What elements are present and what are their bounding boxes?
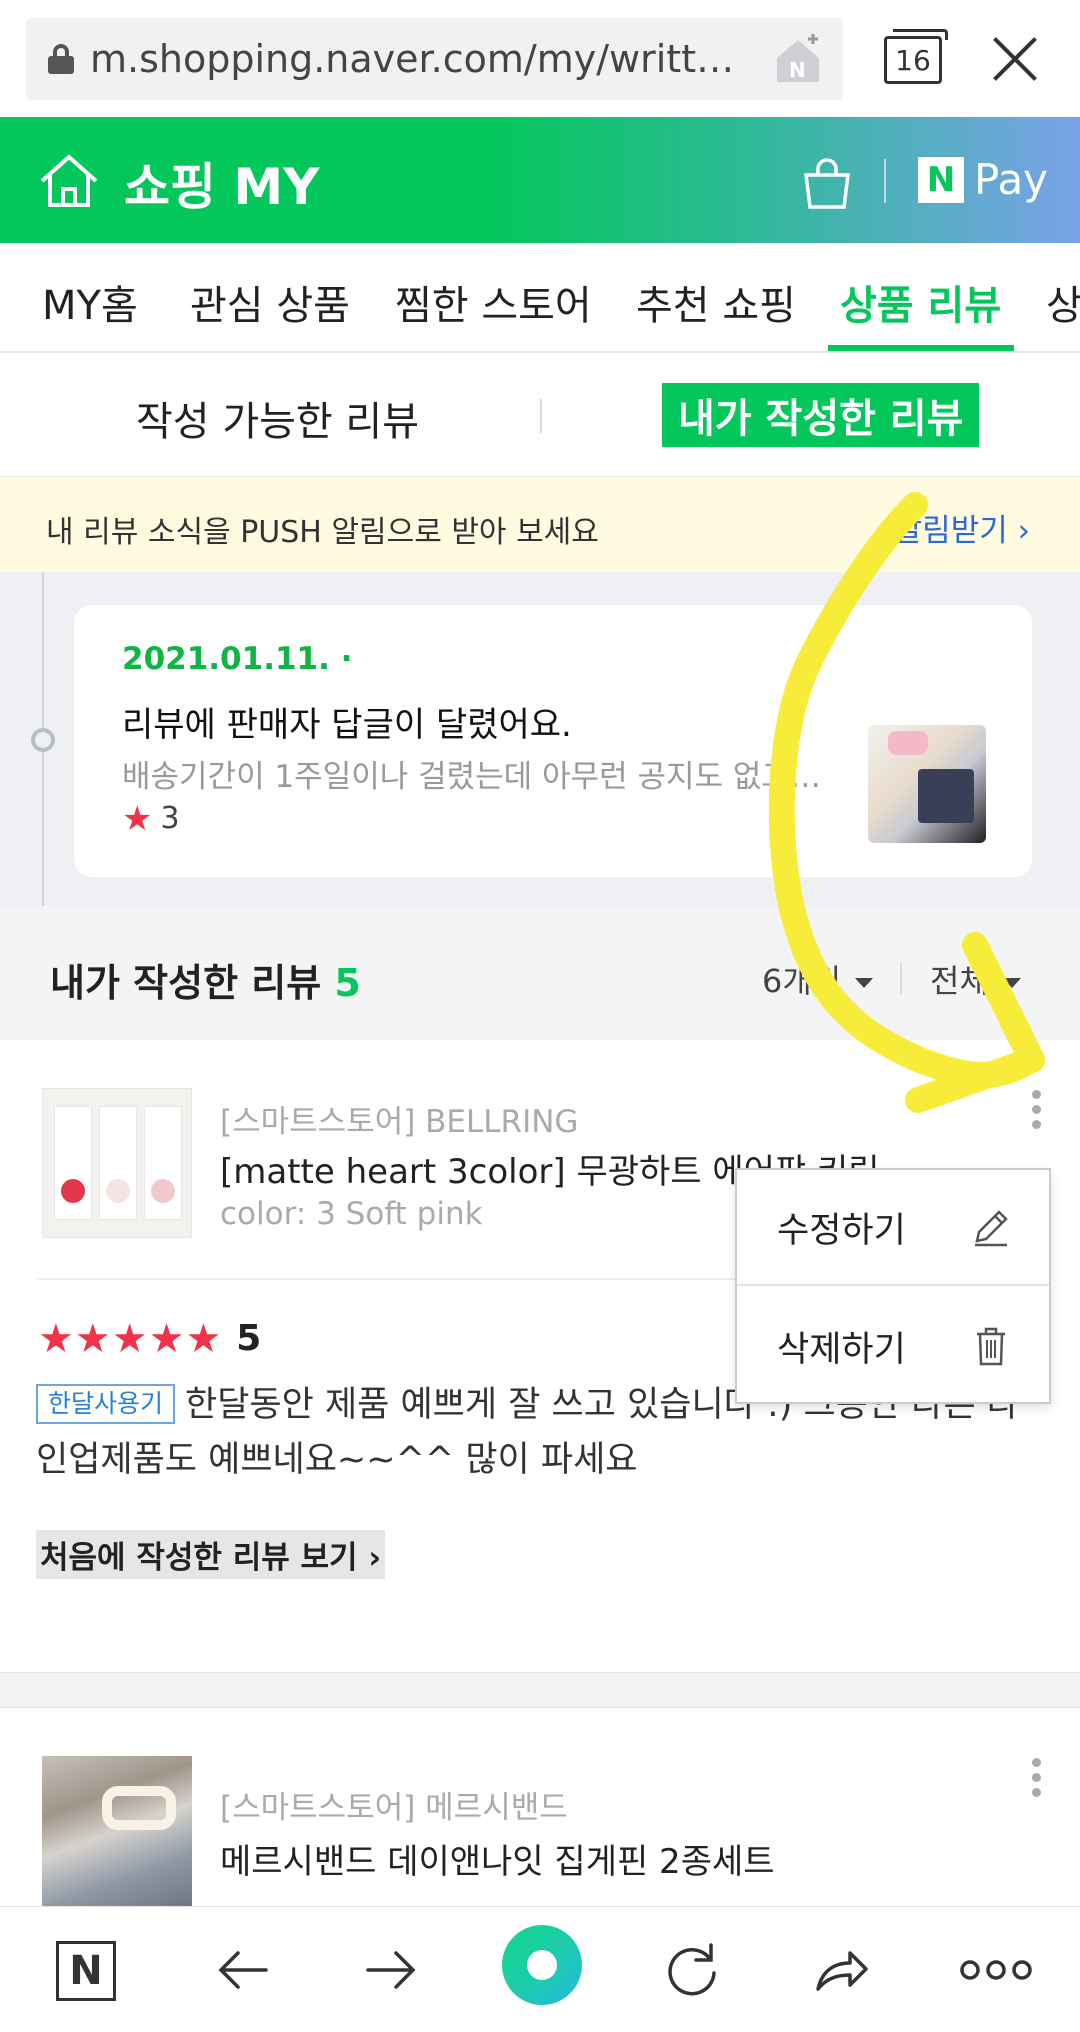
star-icon: ★	[148, 1315, 185, 1362]
notification-title: 리뷰에 판매자 답글이 달렸어요.	[122, 705, 572, 745]
push-banner: 내 리뷰 소식을 PUSH 알림으로 받아 보세요 알림받기 ›	[0, 477, 1080, 573]
url-text[interactable]: m.shopping.naver.com/my/writte…	[90, 37, 750, 81]
star-icon: ★	[74, 1315, 111, 1362]
subtab-available-reviews[interactable]: 작성 가능한 리뷰	[136, 389, 419, 447]
notification-rating: ★ 3	[122, 801, 180, 836]
edit-label: 수정하기	[777, 1210, 906, 1251]
tab-product-reviews[interactable]: 상품 리뷰	[840, 273, 1001, 331]
delete-label: 삭제하기	[777, 1329, 906, 1370]
push-subscribe-link[interactable]: 알림받기 ›	[894, 505, 1030, 550]
trash-icon	[977, 1327, 1005, 1366]
rating-value: 5	[236, 1318, 262, 1359]
browser-url-bar: m.shopping.naver.com/my/writte… N 16	[0, 0, 1080, 117]
star-icon: ★	[122, 798, 153, 839]
lock-icon	[48, 44, 74, 74]
product-image[interactable]	[42, 1088, 192, 1238]
forward-icon[interactable]	[358, 1937, 424, 2003]
shopping-header: 쇼핑 MY N Pay	[0, 117, 1080, 243]
period-filter[interactable]: 6개월	[762, 956, 874, 1002]
divider	[900, 962, 902, 994]
npay-button[interactable]: N Pay	[918, 155, 1048, 204]
npay-logo: N	[918, 156, 964, 203]
tab-liked-stores[interactable]: 찜한 스토어	[395, 273, 592, 331]
review-context-menu: 수정하기 삭제하기	[735, 1168, 1051, 1404]
push-banner-text: 내 리뷰 소식을 PUSH 알림으로 받아 보세요	[46, 515, 599, 550]
chevron-down-icon	[1002, 978, 1021, 988]
review-rating: ★ ★ ★ ★ ★ 5	[38, 1318, 261, 1359]
product-name[interactable]: 메르시밴드 데이앤나잇 집게핀 2종세트	[220, 1834, 775, 1883]
tab-my-home[interactable]: MY홈	[42, 273, 138, 331]
notification-area: 2021.01.11. · 리뷰에 판매자 답글이 달렸어요. 배송기간이 1주…	[0, 573, 1080, 906]
more-horiz-icon[interactable]	[956, 1937, 1036, 2003]
store-name[interactable]: [스마트스토어] BELLRING	[220, 1096, 578, 1141]
type-filter[interactable]: 전체	[930, 956, 1021, 1002]
more-vert-icon[interactable]	[1032, 1090, 1044, 1142]
npay-label: Pay	[974, 155, 1049, 204]
divider	[540, 399, 542, 433]
review-badge: 한달사용기	[36, 1384, 176, 1424]
star-icon: ★	[38, 1315, 74, 1362]
share-icon[interactable]	[808, 1937, 874, 2003]
review-card: [스마트스토어] 메르시밴드 메르시밴드 데이앤나잇 집게핀 2종세트	[0, 1708, 1080, 1908]
pencil-icon	[975, 1210, 1008, 1247]
first-review-link[interactable]: 처음에 작성한 리뷰 보기 ›	[36, 1530, 386, 1579]
notification-date: 2021.01.11. ·	[122, 641, 353, 677]
back-icon[interactable]	[210, 1937, 276, 2003]
reload-icon[interactable]	[658, 1937, 724, 2003]
nav-tabs: MY홈 관심 상품 찜한 스토어 추천 쇼핑 상품 리뷰 상	[0, 243, 1080, 353]
rating-value: 3	[160, 801, 180, 836]
tab-interest-products[interactable]: 관심 상품	[190, 273, 350, 331]
review-count: 5	[334, 961, 361, 1005]
naver-home-icon[interactable]: N	[773, 32, 823, 84]
star-icon: ★	[185, 1315, 222, 1362]
timeline-dot	[31, 728, 55, 752]
edit-review-button[interactable]: 수정하기	[737, 1170, 1049, 1286]
more-vert-icon[interactable]	[1032, 1758, 1044, 1810]
delete-review-button[interactable]: 삭제하기	[737, 1288, 1049, 1404]
product-image[interactable]	[42, 1756, 192, 1906]
store-name[interactable]: [스마트스토어] 메르시밴드	[220, 1782, 568, 1827]
svg-text:N: N	[789, 58, 806, 82]
review-subtabs: 작성 가능한 리뷰 내가 작성한 리뷰	[0, 353, 1080, 477]
divider	[884, 159, 886, 203]
my-reviews-section-header: 내가 작성한 리뷰 5 6개월 전체	[0, 906, 1080, 1040]
address-field[interactable]: m.shopping.naver.com/my/writte… N	[26, 18, 843, 100]
notification-product-image	[868, 725, 986, 843]
page-title: 쇼핑 MY	[124, 158, 320, 216]
notification-body: 배송기간이 1주일이나 걸렸는데 아무런 공지도 없고…	[122, 759, 821, 795]
notification-card[interactable]: 2021.01.11. · 리뷰에 판매자 답글이 달렸어요. 배송기간이 1주…	[74, 605, 1032, 877]
home-icon[interactable]	[38, 153, 100, 209]
shopping-bag-icon[interactable]	[800, 157, 854, 211]
naver-n-icon[interactable]: N	[56, 1941, 116, 2001]
green-home-button[interactable]	[502, 1925, 582, 2005]
tab-recommended[interactable]: 추천 쇼핑	[636, 273, 796, 331]
section-gap	[0, 1672, 1080, 1708]
tabs-icon[interactable]: 16	[884, 29, 948, 84]
chevron-down-icon	[855, 978, 874, 988]
tab-more[interactable]: 상	[1046, 273, 1080, 331]
close-icon[interactable]	[990, 34, 1040, 84]
section-title: 내가 작성한 리뷰 5	[50, 961, 361, 1005]
active-tab-indicator	[828, 345, 1014, 351]
browser-bottom-bar: N	[0, 1906, 1080, 2032]
star-icon: ★	[111, 1315, 148, 1362]
subtab-my-reviews[interactable]: 내가 작성한 리뷰	[662, 383, 980, 447]
product-option: color: 3 Soft pink	[220, 1196, 483, 1232]
